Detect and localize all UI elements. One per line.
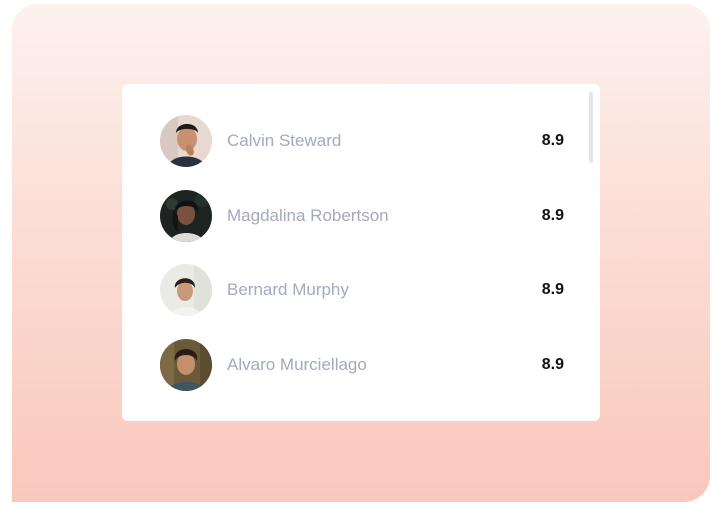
person-score: 8.9 — [541, 132, 564, 149]
person-name: Bernard Murphy — [227, 280, 349, 299]
avatar — [160, 190, 212, 242]
list-item[interactable]: Alvaro Murciellago 8.9 — [160, 339, 564, 391]
person-score: 8.9 — [541, 281, 564, 298]
person-score: 8.9 — [541, 356, 564, 373]
scrollbar-thumb[interactable] — [589, 92, 593, 163]
person-portrait-icon — [160, 190, 212, 242]
leaderboard-list[interactable]: Calvin Steward 8.9 Magdalina Robertson 8… — [122, 84, 582, 421]
person-portrait-icon — [160, 264, 212, 316]
person-name: Calvin Steward — [227, 131, 342, 150]
avatar — [160, 339, 212, 391]
list-item[interactable]: Bernard Murphy 8.9 — [160, 264, 564, 316]
person-portrait-icon — [160, 115, 212, 167]
person-portrait-icon — [160, 339, 212, 391]
avatar — [160, 115, 212, 167]
avatar — [160, 264, 212, 316]
leaderboard-card: Calvin Steward 8.9 Magdalina Robertson 8… — [122, 84, 600, 421]
person-name: Magdalina Robertson — [227, 206, 389, 225]
scrollbar[interactable] — [589, 92, 593, 413]
person-name: Alvaro Murciellago — [227, 355, 367, 374]
list-item[interactable]: Magdalina Robertson 8.9 — [160, 190, 564, 242]
person-score: 8.9 — [541, 207, 564, 224]
list-item[interactable]: Calvin Steward 8.9 — [160, 115, 564, 167]
